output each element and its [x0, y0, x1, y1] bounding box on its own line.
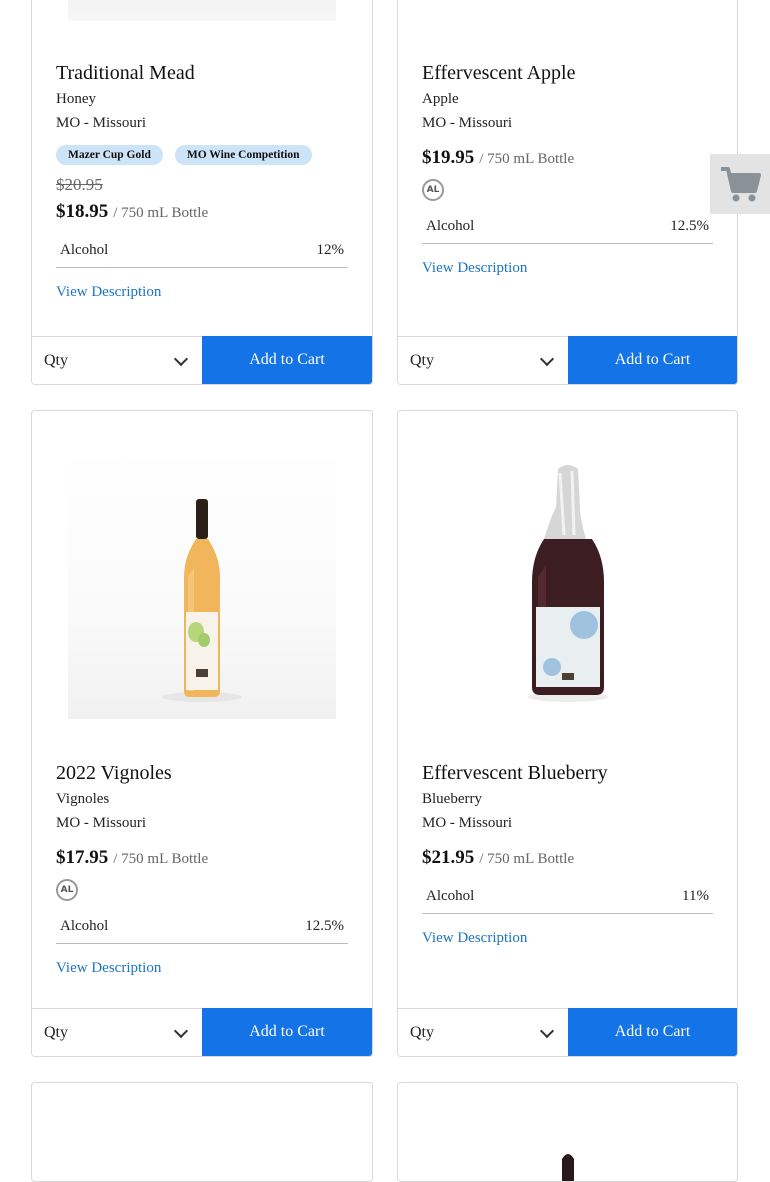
price: $19.95: [422, 147, 475, 168]
qty-select[interactable]: Qty: [398, 336, 568, 384]
alcohol-row: Alcohol 12.5%: [422, 211, 713, 244]
price-unit: / 750 mL Bottle: [113, 205, 209, 221]
card-footer: Qty Add to Cart: [398, 1008, 737, 1056]
alcohol-row: Alcohol 12.5%: [56, 911, 348, 944]
view-description-link[interactable]: View Description: [422, 930, 713, 947]
alcohol-label: Alcohol: [426, 888, 475, 904]
shopping-cart-icon: [721, 167, 761, 202]
product-image[interactable]: [68, 0, 336, 21]
alcohol-value: 12.5%: [305, 918, 344, 934]
alcohol-label: Alcohol: [60, 918, 109, 934]
al-badge-icon: AL: [422, 179, 444, 201]
card-footer: Qty Add to Cart: [398, 336, 737, 384]
product-name[interactable]: 2022 Vignoles: [56, 761, 348, 785]
qty-label: Qty: [410, 351, 434, 369]
product-varietal: Vignoles: [56, 791, 110, 807]
wine-bottle-image: [162, 499, 242, 702]
add-to-cart-button[interactable]: Add to Cart: [202, 1008, 372, 1056]
wine-bottle-image: [528, 465, 608, 702]
sale-price: $18.95: [56, 201, 109, 222]
product-card: Effervescent Apple Apple MO - Missouri $…: [397, 0, 738, 385]
award-badge: Mazer Cup Gold: [56, 145, 163, 165]
price-row: $19.95 / 750 mL Bottle: [422, 147, 713, 169]
product-varietal: Blueberry: [422, 791, 482, 807]
chevron-down-icon: [539, 351, 555, 366]
award-badge: MO Wine Competition: [174, 145, 312, 165]
qty-label: Qty: [44, 1023, 68, 1041]
add-to-cart-button[interactable]: Add to Cart: [568, 336, 737, 384]
wine-bottle-image: [562, 1154, 574, 1181]
price-row: $18.95 / 750 mL Bottle: [56, 201, 348, 223]
product-card: [397, 1082, 738, 1182]
chevron-down-icon: [173, 351, 189, 366]
price-row: $17.95 / 750 mL Bottle: [56, 847, 348, 869]
product-card: 2022 Vignoles Vignoles MO - Missouri $17…: [31, 410, 373, 1057]
product-region: MO - Missouri: [56, 815, 147, 831]
product-region: MO - Missouri: [422, 815, 513, 831]
alcohol-value: 11%: [682, 888, 709, 904]
view-description-link[interactable]: View Description: [56, 284, 348, 301]
product-card: [31, 1082, 373, 1182]
product-image[interactable]: [434, 447, 702, 719]
add-to-cart-button[interactable]: Add to Cart: [568, 1008, 737, 1056]
alcohol-value: 12%: [316, 242, 345, 258]
view-description-link[interactable]: View Description: [422, 260, 713, 277]
original-price: $20.95: [56, 175, 103, 194]
product-name[interactable]: Effervescent Apple: [422, 61, 713, 85]
product-varietal: Apple: [422, 91, 459, 107]
alcohol-label: Alcohol: [426, 218, 475, 234]
product-card: Effervescent Blueberry Blueberry MO - Mi…: [397, 410, 738, 1057]
product-name[interactable]: Traditional Mead: [56, 61, 348, 85]
price: $17.95: [56, 847, 109, 868]
chevron-down-icon: [173, 1023, 189, 1038]
qty-label: Qty: [44, 351, 68, 369]
product-region: MO - Missouri: [56, 115, 147, 131]
qty-select[interactable]: Qty: [32, 1008, 202, 1056]
alcohol-row: Alcohol 11%: [422, 881, 713, 914]
chevron-down-icon: [539, 1023, 555, 1038]
product-image[interactable]: [68, 447, 336, 719]
qty-select[interactable]: Qty: [398, 1008, 568, 1056]
al-badge-icon: AL: [56, 879, 78, 901]
add-to-cart-button[interactable]: Add to Cart: [202, 336, 372, 384]
view-description-link[interactable]: View Description: [56, 960, 348, 977]
product-region: MO - Missouri: [422, 115, 513, 131]
qty-label: Qty: [410, 1023, 434, 1041]
alcohol-row: Alcohol 12%: [56, 235, 348, 268]
price-unit: / 750 mL Bottle: [113, 851, 209, 867]
alcohol-value: 12.5%: [670, 218, 709, 234]
product-name[interactable]: Effervescent Blueberry: [422, 761, 713, 785]
price-row: $21.95 / 750 mL Bottle: [422, 847, 713, 869]
price-unit: / 750 mL Bottle: [479, 151, 575, 167]
award-badges: Mazer Cup Gold MO Wine Competition: [56, 145, 348, 165]
product-card: Traditional Mead Honey MO - Missouri Maz…: [31, 0, 373, 385]
card-footer: Qty Add to Cart: [32, 336, 372, 384]
price: $21.95: [422, 847, 475, 868]
alcohol-label: Alcohol: [60, 242, 109, 258]
card-footer: Qty Add to Cart: [32, 1008, 372, 1056]
product-varietal: Honey: [56, 91, 96, 107]
price-unit: / 750 mL Bottle: [479, 851, 575, 867]
floating-cart-button[interactable]: [710, 154, 770, 214]
qty-select[interactable]: Qty: [32, 336, 202, 384]
